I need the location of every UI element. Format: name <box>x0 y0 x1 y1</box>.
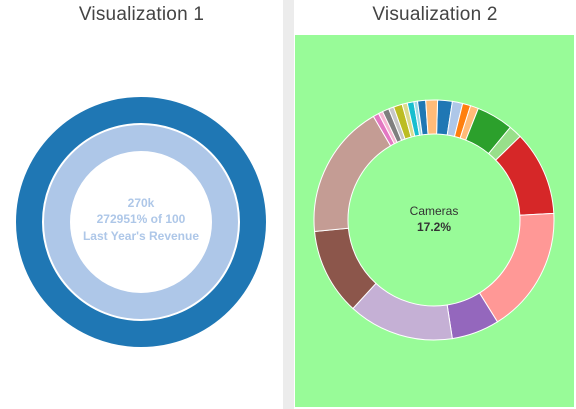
donut-slice-22[interactable] <box>425 99 439 135</box>
visualization-panel-1: Visualization 1 270k 272951% of 100 Last… <box>0 0 283 409</box>
gauge-chart: 270k 272951% of 100 Last Year's Revenue <box>16 97 266 347</box>
gauge-value-label: 270k <box>128 196 155 210</box>
panel-divider <box>283 0 294 409</box>
donut-center-value: 17.2% <box>417 220 451 234</box>
donut-slice-12[interactable] <box>313 115 392 233</box>
visualization-panel-2: Visualization 2 Cameras 17.2% <box>294 0 576 409</box>
donut-chart: Cameras 17.2% <box>313 99 555 341</box>
donut-slice-8[interactable] <box>478 212 555 323</box>
gauge-percent-label: 272951% of 100 <box>97 212 186 226</box>
gauge-caption-label: Last Year's Revenue <box>83 229 199 243</box>
donut-center-name: Cameras <box>410 204 459 218</box>
